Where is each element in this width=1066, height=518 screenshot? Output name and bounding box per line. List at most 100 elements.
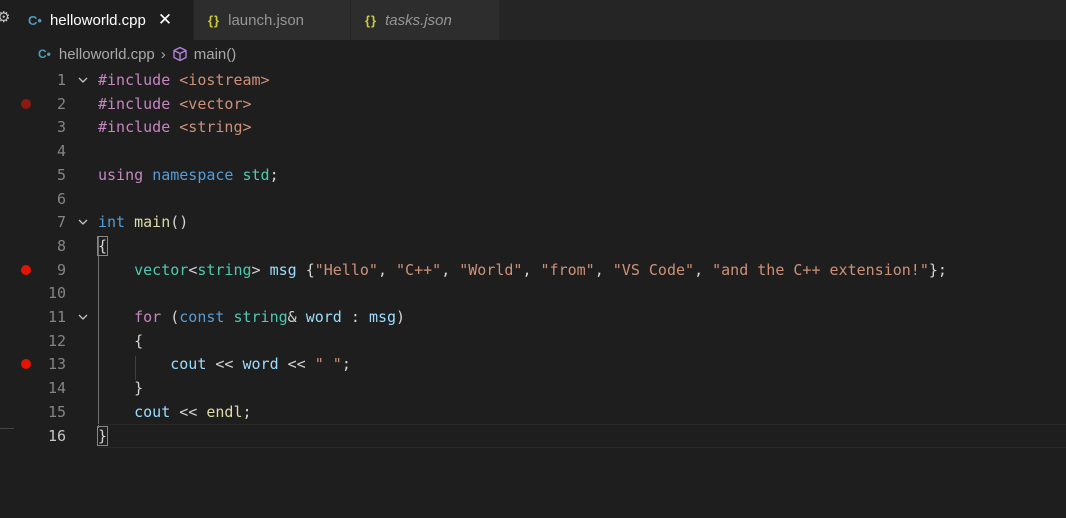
panel-divider bbox=[0, 428, 14, 429]
code-line[interactable]: 14 } bbox=[14, 376, 1066, 400]
code-token: " " bbox=[314, 355, 342, 374]
code-line[interactable]: 12 { bbox=[14, 329, 1066, 353]
code-token: "from" bbox=[540, 260, 595, 279]
tab-helloworld-cpp[interactable]: C• helloworld.cpp ✕ bbox=[14, 0, 194, 40]
code-token: & bbox=[287, 308, 306, 326]
line-number: 16 bbox=[47, 426, 66, 445]
tab-label: tasks.json bbox=[385, 11, 452, 29]
code-text: #include <vector> bbox=[98, 92, 252, 116]
code-token: #include bbox=[98, 94, 180, 113]
code-token: <vector> bbox=[179, 94, 252, 113]
code-line[interactable]: 6 bbox=[14, 187, 1066, 211]
tab-tasks-json[interactable]: {} tasks.json bbox=[351, 0, 500, 40]
code-token: endl bbox=[206, 402, 243, 421]
code-line[interactable]: 16} bbox=[14, 423, 1066, 448]
code-editor[interactable]: 1 #include <iostream> 2 #include <vector> 3 #… bbox=[14, 68, 1066, 518]
code-token: } bbox=[98, 379, 144, 398]
line-number: 7 bbox=[56, 213, 66, 232]
code-line[interactable]: 7 int main() bbox=[14, 210, 1066, 234]
line-number: 5 bbox=[56, 165, 66, 184]
code-token: "VS Code" bbox=[612, 260, 695, 279]
code-token: vector bbox=[134, 260, 189, 279]
code-text: #include <string> bbox=[98, 115, 252, 139]
line-number: 13 bbox=[47, 355, 66, 374]
code-token: { bbox=[96, 235, 109, 256]
code-line[interactable]: 5 using namespace std; bbox=[14, 163, 1066, 187]
code-token: , bbox=[694, 260, 713, 279]
line-number: 15 bbox=[47, 402, 66, 421]
code-line[interactable]: 4 bbox=[14, 139, 1066, 163]
tab-launch-json[interactable]: {} launch.json bbox=[194, 0, 351, 40]
line-number: 1 bbox=[56, 71, 66, 89]
breadcrumb-file[interactable]: helloworld.cpp bbox=[59, 46, 155, 63]
code-token: < bbox=[188, 260, 198, 279]
code-token: ; bbox=[341, 355, 351, 374]
code-token: namespace bbox=[152, 165, 243, 184]
code-token: << bbox=[179, 402, 207, 421]
line-number: 8 bbox=[56, 236, 66, 255]
chevron-right-icon: › bbox=[160, 45, 166, 63]
code-token: string bbox=[233, 308, 288, 326]
code-token: <string> bbox=[179, 118, 252, 137]
tab-label: launch.json bbox=[228, 11, 305, 29]
breakpoint-icon[interactable] bbox=[21, 98, 31, 109]
tab-label: helloworld.cpp bbox=[49, 11, 146, 29]
code-token: : bbox=[350, 308, 369, 326]
code-token: word bbox=[242, 355, 288, 374]
code-line[interactable]: 2 #include <vector> bbox=[14, 92, 1066, 116]
json-file-icon: {} bbox=[208, 12, 221, 28]
code-token: const bbox=[179, 308, 234, 326]
breadcrumb: C• helloworld.cpp › main() bbox=[14, 40, 1066, 68]
json-file-icon: {} bbox=[365, 12, 378, 28]
code-token: > bbox=[251, 260, 270, 279]
method-cube-icon bbox=[173, 46, 187, 62]
code-line[interactable]: 15 cout << endl; bbox=[14, 400, 1066, 424]
cpp-file-icon: C• bbox=[28, 12, 42, 28]
code-text: cout << word << " "; bbox=[98, 352, 351, 376]
line-number: 2 bbox=[56, 94, 66, 113]
code-token: #include bbox=[98, 118, 180, 137]
code-token: cout bbox=[170, 355, 216, 374]
breadcrumb-symbol[interactable]: main() bbox=[194, 46, 237, 63]
line-number: 6 bbox=[56, 189, 66, 208]
line-number: 12 bbox=[47, 331, 66, 350]
tab-bar: C• helloworld.cpp ✕ {} launch.json {} ta… bbox=[14, 0, 1066, 40]
code-text: } bbox=[98, 376, 143, 400]
code-text: { bbox=[96, 234, 109, 258]
code-token: "C++" bbox=[396, 260, 442, 279]
code-token: cout bbox=[134, 402, 180, 421]
code-line[interactable]: 10 bbox=[14, 281, 1066, 305]
code-text: } bbox=[96, 424, 109, 448]
code-line[interactable]: 3 #include <string> bbox=[14, 115, 1066, 139]
code-token: <iostream> bbox=[179, 71, 270, 89]
code-text: using namespace std; bbox=[98, 163, 279, 187]
code-token: for bbox=[134, 308, 171, 326]
line-number: 10 bbox=[47, 284, 66, 303]
code-token: , bbox=[441, 260, 460, 279]
gear-icon[interactable]: ⚙ bbox=[0, 9, 14, 27]
code-token: () bbox=[170, 213, 189, 232]
code-token: ; bbox=[242, 402, 252, 421]
code-line[interactable]: 8{ bbox=[14, 234, 1066, 258]
code-token: , bbox=[377, 260, 397, 279]
code-line[interactable]: 1 #include <iostream> bbox=[14, 68, 1066, 92]
code-token: using bbox=[98, 165, 153, 184]
code-token: << bbox=[287, 355, 315, 374]
code-token: msg bbox=[368, 308, 397, 326]
code-token: main bbox=[134, 213, 171, 232]
code-line[interactable]: 13 cout << word << " "; bbox=[14, 352, 1066, 376]
code-token: }; bbox=[928, 260, 947, 279]
code-token: , bbox=[522, 260, 541, 279]
breakpoint-icon[interactable] bbox=[21, 359, 31, 370]
close-icon[interactable]: ✕ bbox=[158, 10, 172, 30]
line-number: 3 bbox=[56, 118, 66, 137]
code-token: { bbox=[98, 331, 144, 350]
code-text: #include <iostream> bbox=[98, 68, 270, 92]
code-line[interactable]: 9 vector<string> msg {"Hello", "C++", "W… bbox=[14, 258, 1066, 282]
breakpoint-icon[interactable] bbox=[21, 264, 31, 275]
code-token: { bbox=[305, 260, 315, 279]
code-line[interactable]: 11 for (const string& word : msg) bbox=[14, 305, 1066, 329]
code-token: word bbox=[305, 308, 351, 326]
